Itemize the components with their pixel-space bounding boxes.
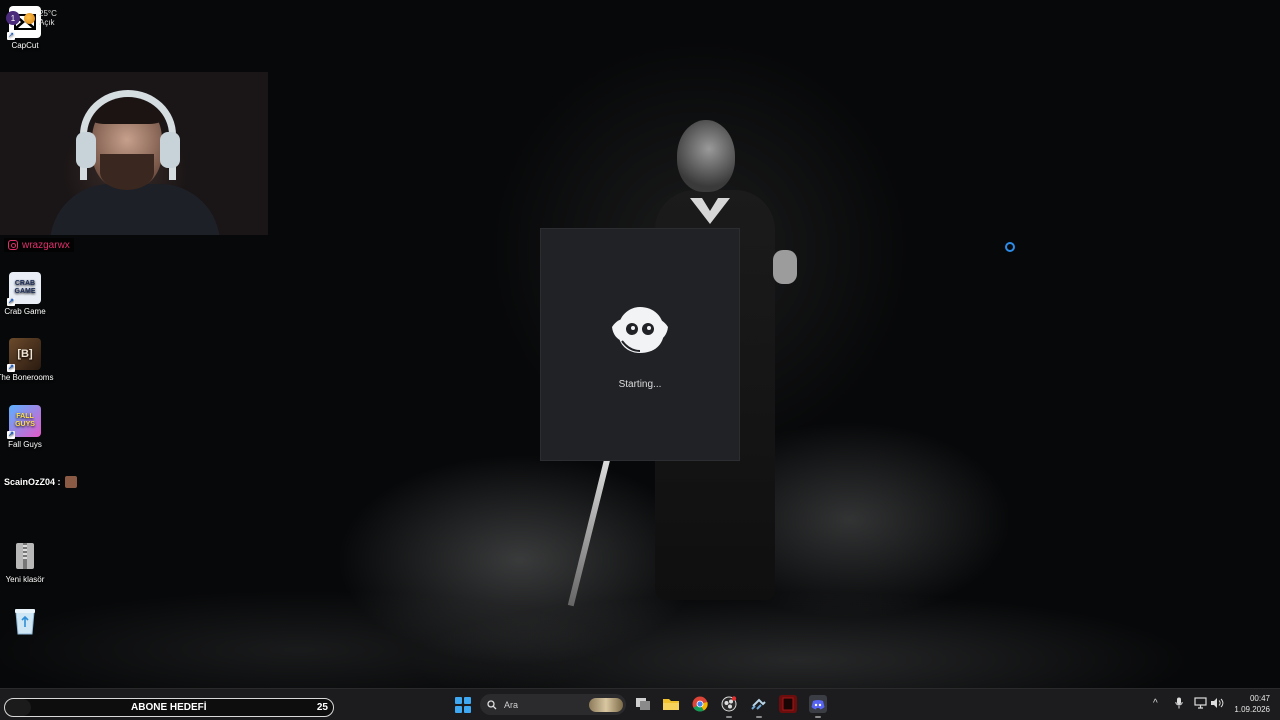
desktop-icon-bonerooms[interactable]: [B] ↗ The Bonerooms: [0, 338, 55, 383]
recycle-bin-icon: [9, 605, 41, 637]
notification-badge: 1: [6, 11, 20, 25]
desktop-icon-label: Crab Game: [4, 307, 46, 316]
red-app-icon[interactable]: [779, 695, 797, 713]
network-icon[interactable]: [1194, 697, 1207, 712]
sun-icon: [24, 12, 35, 24]
task-view-icon[interactable]: [634, 695, 652, 713]
webcam-overlay: [0, 72, 268, 235]
desktop-icon-recycle-bin[interactable]: [0, 605, 55, 640]
taskbar-clock[interactable]: 00:47 1.09.2026: [1234, 693, 1270, 715]
loading-cursor-icon: [1005, 242, 1015, 252]
weather-desc: Açık: [39, 18, 55, 27]
file-explorer-icon[interactable]: [662, 695, 680, 713]
clock-date: 1.09.2026: [1234, 705, 1270, 714]
subscriber-goal-bar: ABONE HEDEFİ 25: [4, 698, 334, 717]
crab-game-icon: CRAB GAME ↗: [7, 272, 41, 306]
goal-label: ABONE HEDEFİ: [131, 702, 207, 713]
chat-username: ScainOzZ04 :: [4, 477, 61, 487]
splash-status-text: Starting...: [618, 379, 662, 390]
weather-widget[interactable]: 1 25°C Açık: [6, 9, 57, 27]
desktop-icon-yeni-klasor[interactable]: Yeni klasör: [0, 540, 55, 585]
chat-avatar: [64, 476, 77, 488]
weather-temp: 25°C: [39, 9, 57, 18]
chat-overlay: ScainOzZ04 :: [4, 476, 77, 488]
search-highlight-image: [589, 697, 623, 712]
zip-folder-icon: [9, 540, 41, 572]
discord-splash-window: Starting...: [540, 228, 740, 461]
desktop-icon-crab-game[interactable]: CRAB GAME ↗ Crab Game: [0, 272, 55, 317]
search-placeholder: Ara: [504, 699, 519, 710]
mic-icon[interactable]: [1175, 697, 1183, 712]
fall-guys-icon: FALL GUYS ↗: [7, 405, 41, 439]
instagram-icon: [8, 240, 18, 250]
desktop-icon-label: The Bonerooms: [0, 373, 54, 382]
discord-splash-logo-icon: [612, 307, 668, 353]
steam-icon[interactable]: [750, 695, 768, 718]
goal-count: 25: [316, 702, 328, 713]
desktop-icon-label: Yeni klasör: [5, 575, 45, 584]
clock-time: 00:47: [1249, 694, 1270, 703]
discord-icon[interactable]: [809, 695, 827, 718]
search-icon: [487, 699, 497, 709]
desktop-icon-label: Fall Guys: [8, 440, 42, 449]
desktop-icon-fall-guys[interactable]: FALL GUYS ↗ Fall Guys: [0, 405, 55, 450]
obs-icon[interactable]: [720, 695, 738, 718]
desktop-icon-label: CapCut: [11, 41, 39, 50]
start-button[interactable]: [455, 697, 471, 713]
taskbar-search[interactable]: Ara: [480, 694, 626, 715]
tray-overflow-chevron-icon[interactable]: ^: [1153, 698, 1158, 709]
bonerooms-icon: [B] ↗: [7, 338, 41, 372]
instagram-handle: wrazgarwx: [22, 239, 70, 251]
chrome-icon[interactable]: [691, 695, 709, 713]
volume-icon[interactable]: [1210, 697, 1224, 712]
instagram-handle-overlay: wrazgarwx: [4, 238, 74, 252]
